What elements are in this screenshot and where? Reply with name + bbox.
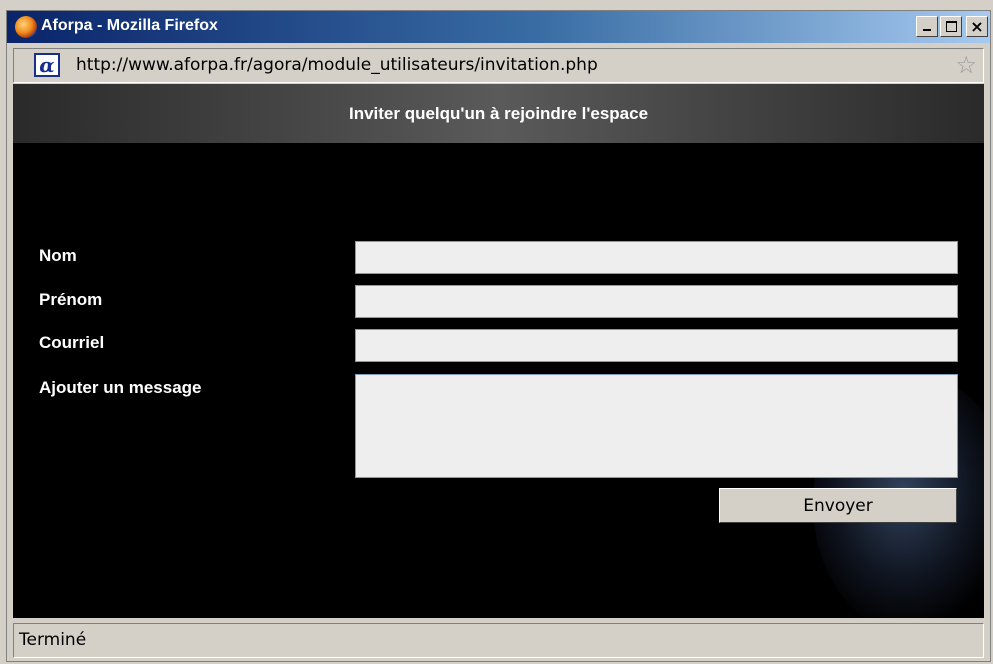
page-content: Inviter quelqu'un à rejoindre l'espace N… (13, 84, 984, 618)
firefox-icon (15, 16, 37, 38)
browser-window: Aforpa - Mozilla Firefox × α http://www.… (6, 10, 991, 662)
status-text: Terminé (19, 630, 87, 650)
prenom-input[interactable] (355, 285, 958, 318)
status-bar: Terminé (13, 623, 984, 658)
message-label: Ajouter un message (39, 378, 202, 397)
popup-title: Inviter quelqu'un à rejoindre l'espace (13, 84, 984, 143)
window-title: Aforpa - Mozilla Firefox (41, 17, 218, 34)
message-textarea[interactable] (355, 374, 958, 478)
site-favicon-icon: α (34, 53, 60, 77)
courriel-label: Courriel (39, 333, 105, 352)
prenom-label: Prénom (39, 290, 103, 309)
close-button[interactable]: × (966, 16, 988, 37)
title-bar[interactable]: Aforpa - Mozilla Firefox × (7, 11, 990, 43)
address-bar[interactable]: α http://www.aforpa.fr/agora/module_util… (13, 48, 984, 83)
nom-input[interactable] (355, 241, 958, 274)
url-text[interactable]: http://www.aforpa.fr/agora/module_utilis… (76, 55, 598, 75)
bookmark-star-icon[interactable]: ☆ (955, 52, 977, 78)
minimize-button[interactable] (916, 16, 938, 37)
send-button[interactable]: Envoyer (719, 488, 957, 523)
nom-label: Nom (39, 246, 77, 265)
maximize-button[interactable] (940, 16, 962, 37)
courriel-input[interactable] (355, 329, 958, 362)
window-controls: × (916, 16, 988, 37)
